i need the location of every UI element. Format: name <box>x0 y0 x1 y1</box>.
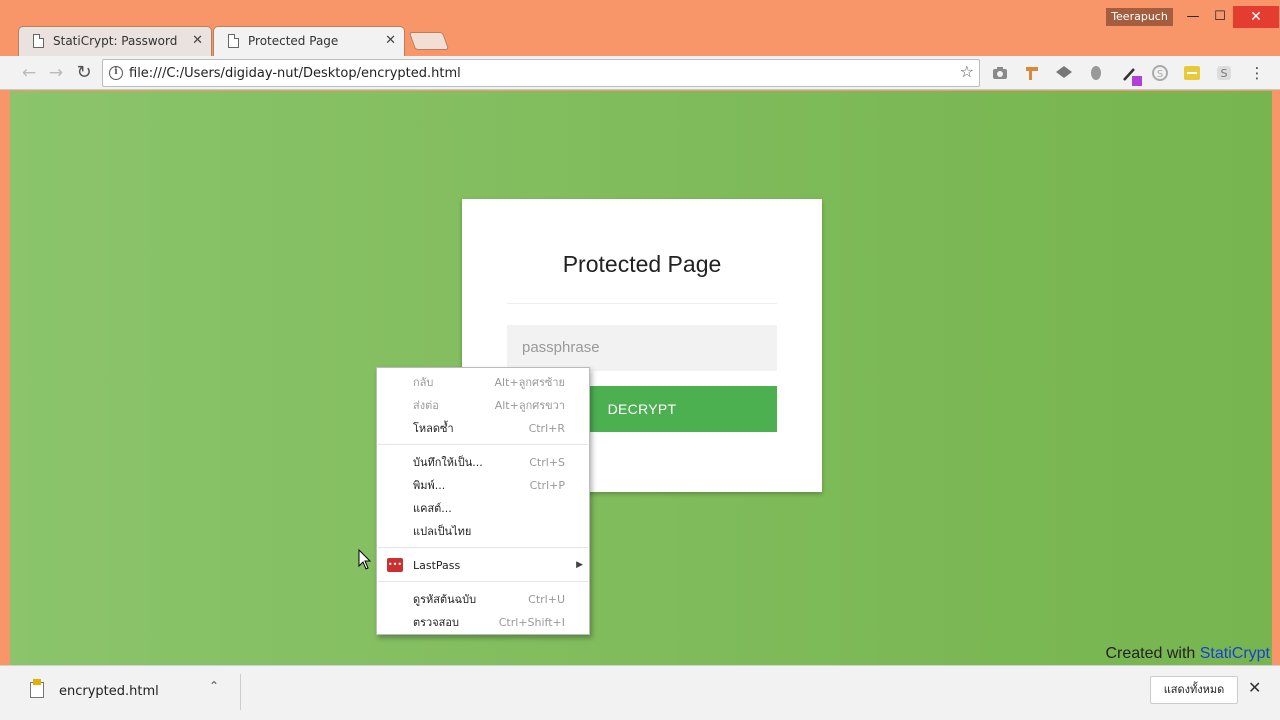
brush-icon[interactable] <box>1023 64 1041 82</box>
svg-text:S: S <box>1221 67 1228 80</box>
credit-footer: Created with StatiCrypt <box>1105 645 1270 663</box>
lastpass-icon[interactable] <box>1183 64 1201 82</box>
skype-icon[interactable]: S <box>1151 64 1169 82</box>
menu-separator <box>378 547 588 548</box>
layers-icon[interactable] <box>1055 64 1073 82</box>
show-all-button[interactable]: แสดงทั้งหมด <box>1150 676 1238 704</box>
menu-separator <box>378 581 588 582</box>
maximize-button[interactable]: ☐ <box>1205 6 1235 28</box>
tab-protected-page[interactable]: Protected Page ✕ <box>213 26 405 56</box>
lastpass-icon: ••• <box>387 558 403 572</box>
staticrypt-link[interactable]: StatiCrypt <box>1200 645 1270 662</box>
menu-item-view-source[interactable]: ดูรหัสต้นฉบับ Ctrl+U <box>377 588 589 611</box>
bookmark-star-icon[interactable]: ☆ <box>960 62 974 81</box>
menu-item-translate[interactable]: แปลเป็นไทย <box>377 520 589 543</box>
menu-item-lastpass[interactable]: ••• LastPass ▶ <box>377 554 589 577</box>
address-bar[interactable]: i file:///C:/Users/digiday-nut/Desktop/e… <box>102 59 980 87</box>
chevron-up-icon[interactable]: ⌃ <box>209 679 219 693</box>
document-icon <box>33 34 44 48</box>
s-icon[interactable]: S <box>1215 64 1233 82</box>
menu-item-inspect[interactable]: ตรวจสอบ Ctrl+Shift+I <box>377 611 589 634</box>
close-window-button[interactable]: ✕ <box>1233 6 1279 28</box>
svg-text:S: S <box>1157 69 1163 80</box>
passphrase-input[interactable]: passphrase <box>507 325 777 371</box>
menu-item-print[interactable]: พิมพ์... Ctrl+P <box>377 474 589 497</box>
eyedropper-icon[interactable] <box>1120 64 1142 86</box>
credit-text: Created with <box>1105 645 1200 662</box>
tab-staticrypt[interactable]: StatiCrypt: Password prot ✕ <box>18 26 212 56</box>
info-icon[interactable]: i <box>109 66 123 80</box>
page-content: Protected Page passphrase DECRYPT Create… <box>10 91 1272 665</box>
browser-window: Teerapuch — ☐ ✕ StatiCrypt: Password pro… <box>0 0 1280 720</box>
menu-icon[interactable]: ⋮ <box>1248 64 1266 82</box>
tab-close-button[interactable]: ✕ <box>192 27 203 55</box>
menu-item-cast[interactable]: แคสต์... <box>377 497 589 520</box>
download-bar: encrypted.html ⌃ แสดงทั้งหมด ✕ <box>0 665 1280 720</box>
file-icon <box>30 679 44 698</box>
camera-icon[interactable] <box>991 64 1009 82</box>
document-icon <box>228 34 239 48</box>
profile-badge[interactable]: Teerapuch <box>1106 8 1173 26</box>
title-bar: Teerapuch — ☐ ✕ StatiCrypt: Password pro… <box>0 0 1280 56</box>
menu-item-back[interactable]: กลับ Alt+ลูกศรซ้าย <box>377 371 589 394</box>
mouse-cursor-icon <box>358 548 372 575</box>
download-file-name[interactable]: encrypted.html <box>59 684 159 699</box>
new-tab-button[interactable] <box>408 32 450 50</box>
browser-toolbar: ← → ↻ i file:///C:/Users/digiday-nut/Des… <box>0 56 1280 90</box>
menu-item-reload[interactable]: โหลดซ้ำ Ctrl+R <box>377 417 589 440</box>
tab-title: Protected Page <box>248 34 339 48</box>
tab-close-button[interactable]: ✕ <box>385 27 396 55</box>
submenu-arrow-icon: ▶ <box>576 560 583 570</box>
divider <box>240 674 241 710</box>
back-button[interactable]: ← <box>18 62 40 84</box>
reload-button[interactable]: ↻ <box>73 62 95 84</box>
minimize-button[interactable]: — <box>1178 6 1208 28</box>
context-menu: กลับ Alt+ลูกศรซ้าย ส่งต่อ Alt+ลูกศรขวา โหล… <box>376 367 590 635</box>
ear-icon[interactable] <box>1087 64 1105 82</box>
url-text[interactable]: file:///C:/Users/digiday-nut/Desktop/enc… <box>129 60 461 87</box>
tab-title: StatiCrypt: Password prot <box>53 34 181 48</box>
menu-separator <box>378 444 588 445</box>
divider <box>507 303 777 304</box>
close-download-bar-icon[interactable]: ✕ <box>1248 678 1261 697</box>
menu-item-save-as[interactable]: บันทึกให้เป็น... Ctrl+S <box>377 451 589 474</box>
menu-item-forward[interactable]: ส่งต่อ Alt+ลูกศรขวา <box>377 394 589 417</box>
forward-button[interactable]: → <box>45 62 67 84</box>
page-title: Protected Page <box>562 251 722 277</box>
